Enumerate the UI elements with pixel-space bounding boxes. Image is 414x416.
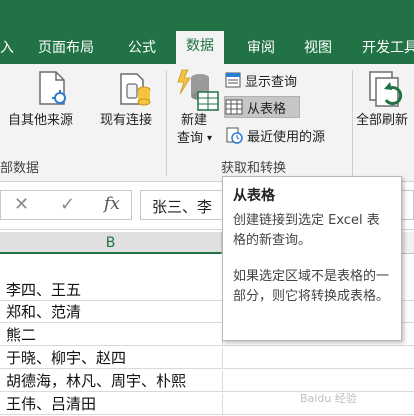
group-label-get-transform: 获取和转换 — [221, 161, 287, 176]
excel-window: 入 页面布局 公式 数据 审阅 视图 开发工具 自其他来源 现有连接 部数据 新… — [0, 0, 414, 416]
from-table-button[interactable]: 从表格 — [224, 96, 300, 118]
tooltip-title: 从表格 — [233, 188, 275, 204]
tooltip-paragraph-2: 如果选定区域不是表格的一部分，则它将转换成表格。 — [233, 269, 390, 304]
table-row[interactable]: 于晓、柳宇、赵四 — [0, 348, 414, 369]
confirm-icon[interactable]: ✓ — [60, 194, 75, 215]
existing-connections-icon — [120, 73, 151, 106]
refresh-all-label: 全部刷新 — [356, 113, 409, 128]
ribbon-tab-bar: 入 页面布局 公式 数据 审阅 视图 开发工具 — [0, 0, 414, 64]
cell-text: 王伟、吕清田 — [6, 395, 97, 413]
formula-text: 张三、李 — [152, 198, 213, 216]
show-queries-icon — [225, 72, 241, 88]
tab-review[interactable]: 审阅 — [247, 37, 275, 64]
ribbon-body: 自其他来源 现有连接 部数据 新建 查询 ▾ 显示查询 从表格 最近使用的源 获… — [0, 64, 414, 182]
refresh-all-icon — [369, 71, 403, 107]
insert-function-button[interactable]: fx — [104, 194, 120, 214]
tab-insert[interactable]: 入 — [0, 37, 14, 64]
from-table-tooltip: 从表格 创建链接到选定 Excel 表格的新查询。 如果选定区域不是表格的一部分… — [222, 176, 402, 341]
cell-text: 郑和、范清 — [6, 303, 82, 321]
table-row[interactable]: 胡德海，林凡、周宇、朴熙 — [0, 371, 414, 392]
existing-connections-label: 现有连接 — [100, 113, 153, 128]
group-label-external-data: 部数据 — [0, 161, 40, 176]
recent-sources-button[interactable]: 最近使用的源 — [225, 124, 345, 146]
document-network-icon — [39, 71, 66, 105]
from-other-sources-label: 自其他来源 — [8, 113, 74, 128]
show-queries-button[interactable]: 显示查询 — [225, 69, 325, 91]
group-separator — [352, 70, 353, 176]
tab-view[interactable]: 视图 — [304, 37, 332, 64]
cell-text: 熊二 — [6, 326, 37, 344]
new-query-label-line1: 新建 — [181, 113, 208, 128]
cell-text: 于晓、柳宇、赵四 — [6, 349, 127, 367]
table-icon — [225, 99, 243, 115]
tab-data[interactable]: 数据 — [176, 31, 224, 64]
tab-formulas[interactable]: 公式 — [128, 37, 156, 64]
new-query-icon — [177, 69, 219, 111]
watermark: Baidu 经验 — [300, 392, 357, 405]
cell-text: 胡德海，林凡、周宇、朴熙 — [6, 372, 187, 390]
tab-developer[interactable]: 开发工具 — [362, 37, 414, 64]
show-queries-label: 显示查询 — [245, 74, 298, 90]
from-table-label: 从表格 — [247, 101, 287, 117]
new-query-caret-icon: ▾ — [207, 133, 213, 144]
group-separator — [166, 70, 167, 176]
column-header-b[interactable]: B — [0, 232, 222, 254]
tooltip-paragraph-1: 创建链接到选定 Excel 表格的新查询。 — [233, 213, 380, 248]
recent-sources-label: 最近使用的源 — [247, 129, 326, 145]
new-query-label-line2: 查询 — [177, 131, 204, 146]
cell-text: 李四、王五 — [6, 281, 82, 299]
tab-page-layout[interactable]: 页面布局 — [38, 37, 94, 64]
recent-sources-icon — [226, 127, 243, 144]
cancel-icon[interactable]: ✕ — [14, 194, 29, 215]
